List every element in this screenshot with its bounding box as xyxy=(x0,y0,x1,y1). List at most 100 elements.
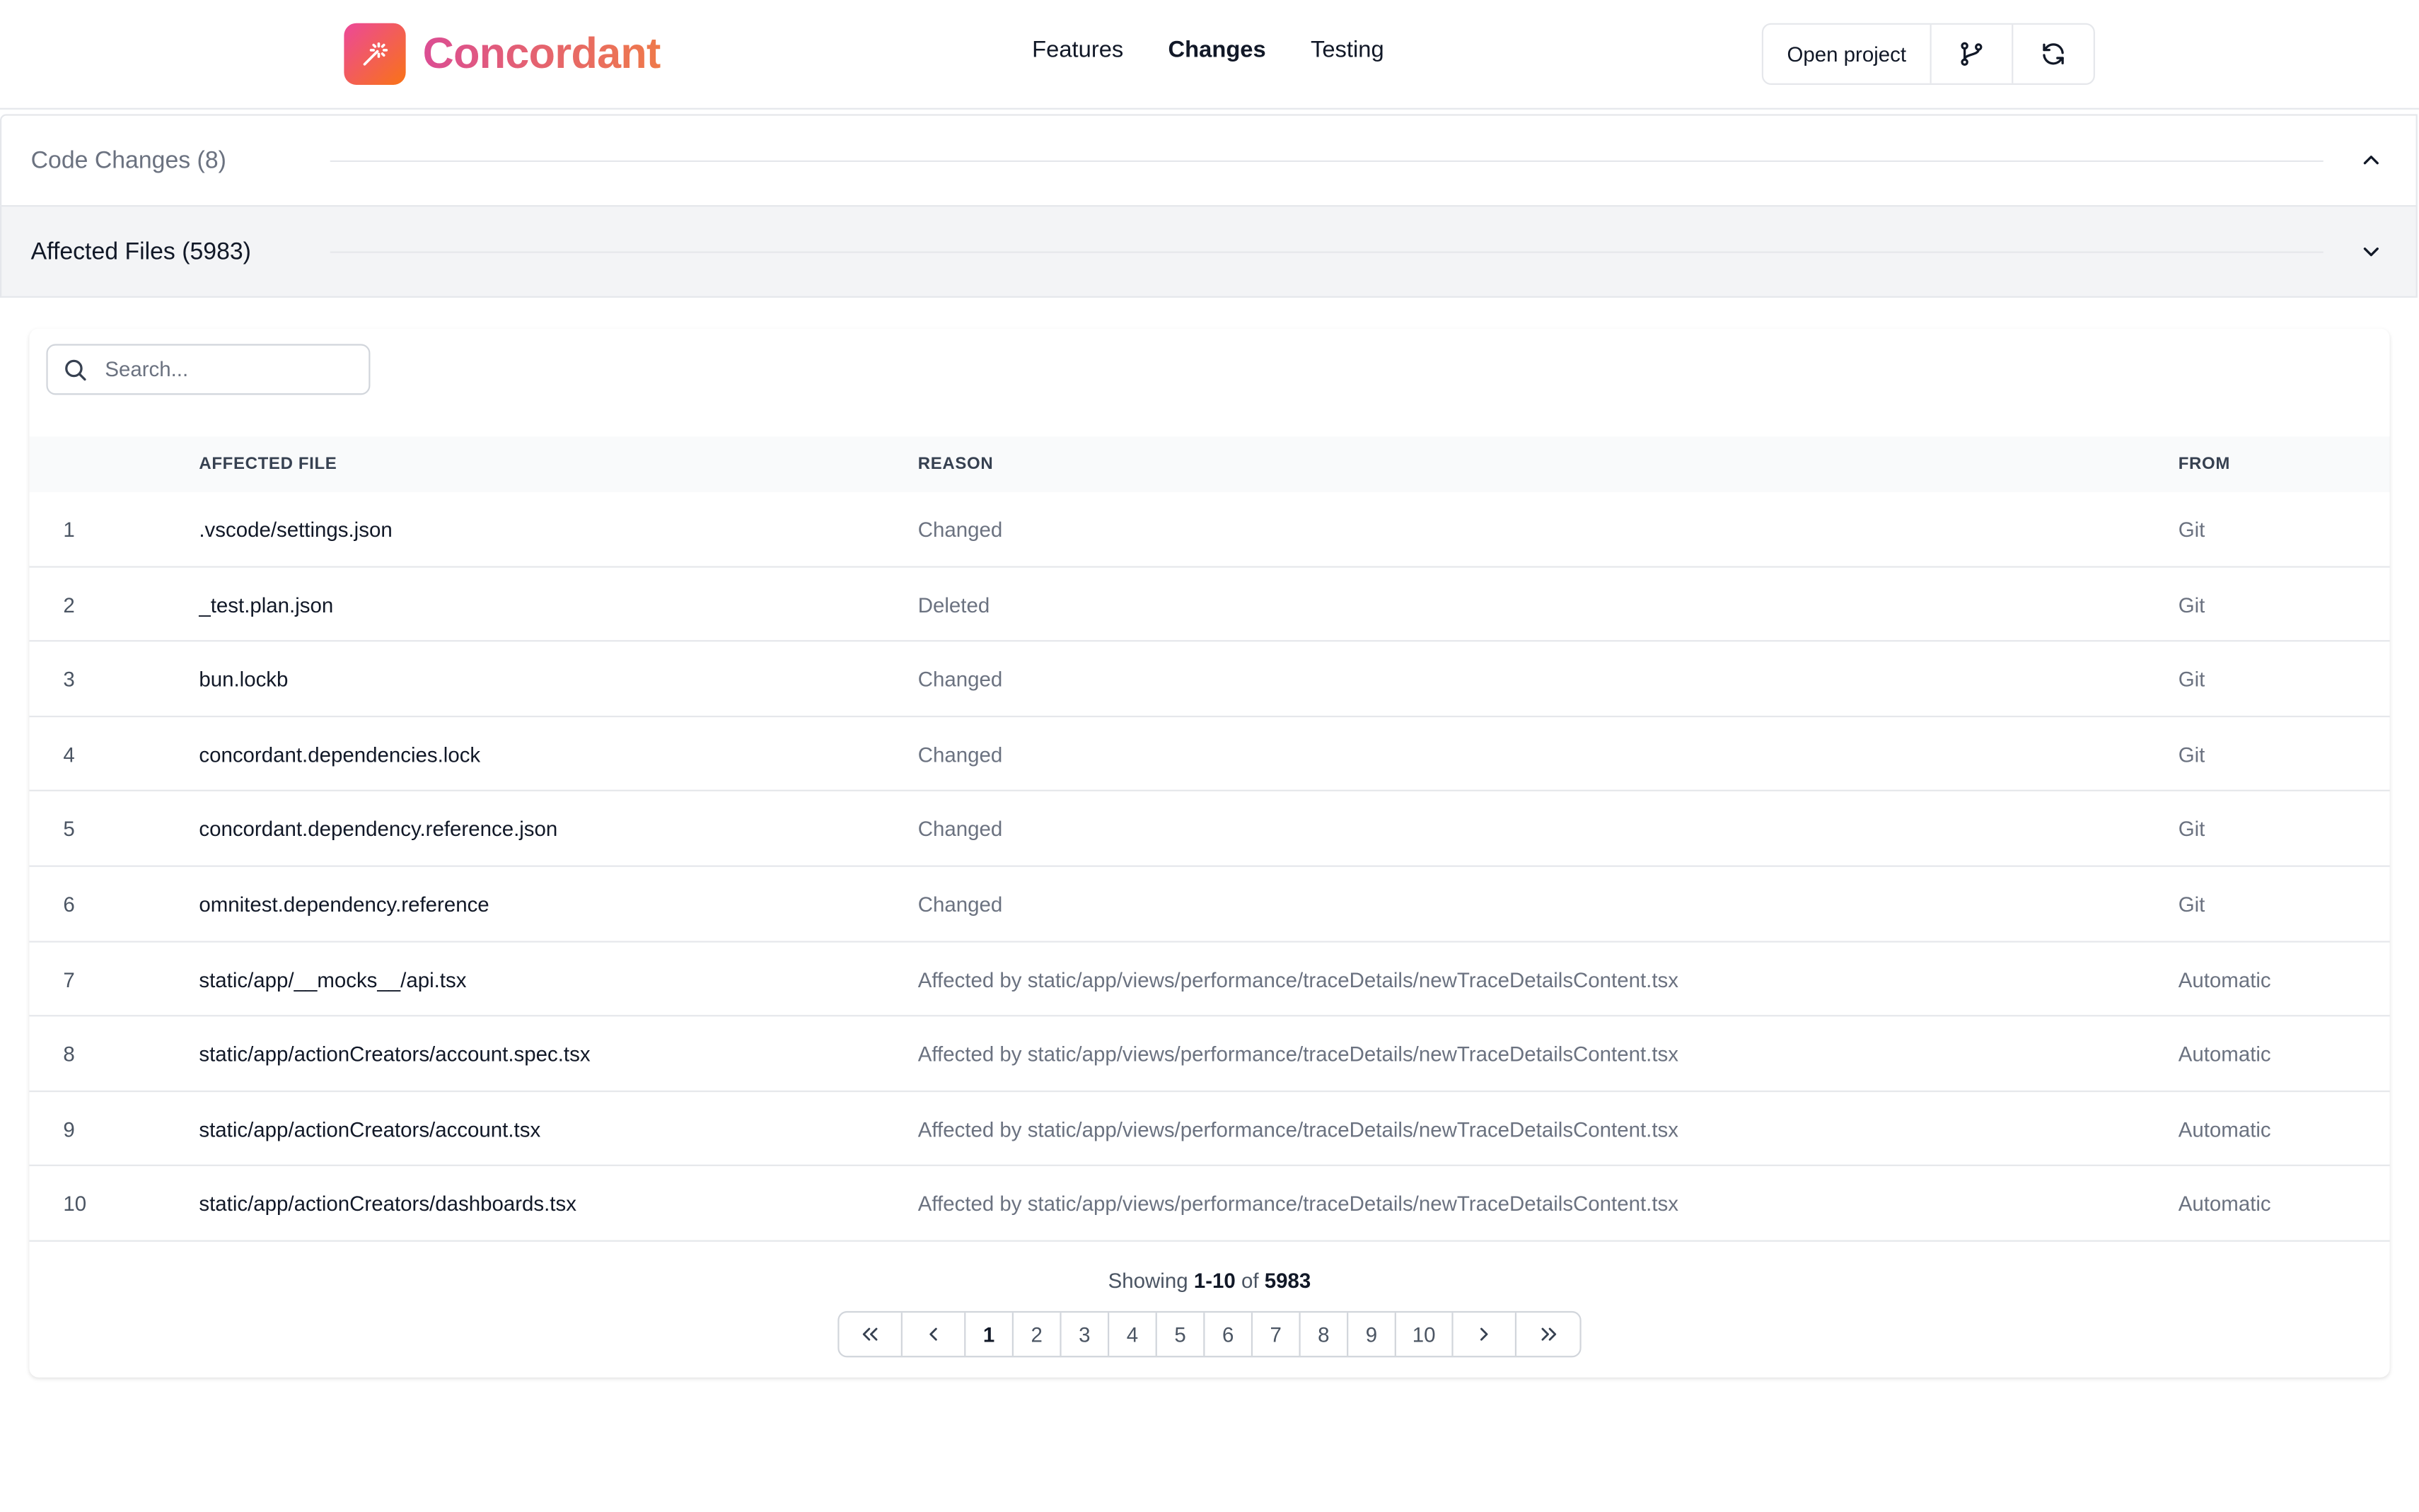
next-page-button[interactable] xyxy=(1454,1313,1517,1356)
row-index: 2 xyxy=(63,593,75,617)
page-1-button[interactable]: 1 xyxy=(965,1313,1014,1356)
row-index: 8 xyxy=(63,1042,75,1066)
brand-name: Concordant xyxy=(423,29,661,78)
top-header: Concordant Features Changes Testing Open… xyxy=(0,0,2419,110)
row-file: concordant.dependencies.lock xyxy=(199,743,481,767)
table-row[interactable]: 2 _test.plan.json Deleted Git xyxy=(29,567,2390,642)
page-2-button[interactable]: 2 xyxy=(1014,1313,1062,1356)
first-page-button[interactable] xyxy=(840,1313,903,1356)
row-from: Automatic xyxy=(2178,1192,2271,1216)
chevron-up-icon[interactable] xyxy=(2360,150,2382,172)
row-file: static/app/actionCreators/account.spec.t… xyxy=(199,1042,591,1066)
table-row[interactable]: 9 static/app/actionCreators/account.tsx … xyxy=(29,1092,2390,1167)
table-header: AFFECTED FILE REASON FROM xyxy=(29,436,2390,492)
row-index: 5 xyxy=(63,818,75,842)
row-reason: Changed xyxy=(917,518,1003,542)
showing-total: 5983 xyxy=(1264,1269,1311,1293)
row-reason: Changed xyxy=(917,892,1003,917)
row-from: Git xyxy=(2178,518,2205,542)
refresh-button[interactable] xyxy=(2013,25,2093,83)
row-from: Automatic xyxy=(2178,1042,2271,1066)
column-reason[interactable]: REASON xyxy=(918,455,994,473)
code-changes-title: Code Changes (8) xyxy=(30,148,226,175)
row-reason: Affected by static/app/views/performance… xyxy=(917,967,1679,991)
table-row[interactable]: 6 omnitest.dependency.reference Changed … xyxy=(29,867,2390,942)
pagination: 1 2 3 4 5 6 7 8 9 10 xyxy=(837,1310,1582,1358)
app-root: Concordant Features Changes Testing Open… xyxy=(0,0,2419,1512)
row-from: Git xyxy=(2178,743,2205,767)
row-index: 4 xyxy=(63,743,75,767)
chevrons-left-icon xyxy=(862,1327,878,1341)
header-actions: Open project xyxy=(1761,23,2095,85)
page-5-button[interactable]: 5 xyxy=(1157,1313,1205,1356)
showing-label: Showing xyxy=(1108,1269,1188,1293)
page-10-button[interactable]: 10 xyxy=(1396,1313,1454,1356)
row-file: concordant.dependency.reference.json xyxy=(199,818,558,842)
row-reason: Affected by static/app/views/performance… xyxy=(917,1117,1679,1141)
prev-page-button[interactable] xyxy=(903,1313,966,1356)
table-body: 1 .vscode/settings.json Changed Git 2 _t… xyxy=(29,492,2390,1242)
chevron-left-icon xyxy=(929,1327,937,1341)
row-from: Git xyxy=(2178,593,2205,617)
code-changes-section[interactable]: Code Changes (8) xyxy=(0,114,2418,207)
column-affected-file[interactable]: AFFECTED FILE xyxy=(199,455,337,473)
affected-files-card: AFFECTED FILE REASON FROM 1 .vscode/sett… xyxy=(29,328,2390,1378)
last-page-button[interactable] xyxy=(1516,1313,1579,1356)
page-8-button[interactable]: 8 xyxy=(1301,1313,1349,1356)
chevron-down-icon[interactable] xyxy=(2360,240,2382,262)
pagination-summary: Showing 1-10 of 5983 xyxy=(29,1269,2389,1293)
row-index: 6 xyxy=(63,892,75,917)
showing-of: of xyxy=(1241,1269,1259,1293)
table-row[interactable]: 10 static/app/actionCreators/dashboards.… xyxy=(29,1167,2390,1242)
showing-range: 1-10 xyxy=(1193,1269,1236,1293)
row-reason: Changed xyxy=(917,818,1003,842)
row-reason: Changed xyxy=(917,668,1003,692)
table-footer: Showing 1-10 of 5983 1 2 3 4 5 6 7 8 9 1… xyxy=(29,1248,2389,1358)
branch-button[interactable] xyxy=(1932,24,2014,83)
table-row[interactable]: 3 bun.lockb Changed Git xyxy=(29,642,2390,717)
chevron-right-icon xyxy=(1480,1327,1488,1341)
brand[interactable]: Concordant xyxy=(344,23,661,85)
row-file: bun.lockb xyxy=(199,668,289,692)
page-9-button[interactable]: 9 xyxy=(1348,1313,1396,1356)
nav-changes[interactable]: Changes xyxy=(1168,37,1266,63)
row-from: Git xyxy=(2178,818,2205,842)
main-nav: Features Changes Testing xyxy=(1032,37,1429,63)
row-reason: Deleted xyxy=(917,593,990,617)
row-from: Git xyxy=(2178,892,2205,917)
row-index: 9 xyxy=(63,1117,75,1141)
row-index: 10 xyxy=(63,1192,87,1216)
open-project-button[interactable]: Open project xyxy=(1763,24,1932,83)
page-7-button[interactable]: 7 xyxy=(1253,1313,1301,1356)
refresh-icon xyxy=(2043,43,2064,65)
page-4-button[interactable]: 4 xyxy=(1109,1313,1157,1356)
search-icon xyxy=(65,359,86,380)
row-index: 1 xyxy=(63,518,75,542)
row-from: Automatic xyxy=(2178,1117,2271,1141)
table-row[interactable]: 5 concordant.dependency.reference.json C… xyxy=(29,792,2390,867)
table-row[interactable]: 4 concordant.dependencies.lock Changed G… xyxy=(29,717,2390,792)
row-index: 7 xyxy=(63,967,75,991)
git-branch-icon xyxy=(1961,42,1983,66)
table-row[interactable]: 7 static/app/__mocks__/api.tsx Affected … xyxy=(29,942,2390,1017)
affected-files-section[interactable]: Affected Files (5983) xyxy=(0,205,2418,298)
row-index: 3 xyxy=(63,668,75,692)
page-6-button[interactable]: 6 xyxy=(1205,1313,1253,1356)
nav-features[interactable]: Features xyxy=(1032,37,1123,63)
row-from: Automatic xyxy=(2178,967,2271,991)
row-reason: Changed xyxy=(917,743,1003,767)
nav-testing[interactable]: Testing xyxy=(1311,37,1384,63)
table-row[interactable]: 1 .vscode/settings.json Changed Git xyxy=(29,492,2390,567)
row-file: static/app/actionCreators/account.tsx xyxy=(199,1117,541,1141)
row-file: static/app/__mocks__/api.tsx xyxy=(199,967,467,991)
search-input[interactable] xyxy=(101,356,355,383)
row-file: _test.plan.json xyxy=(199,593,334,617)
magic-wand-icon xyxy=(344,23,406,85)
row-file: static/app/actionCreators/dashboards.tsx xyxy=(199,1192,576,1216)
column-from[interactable]: FROM xyxy=(2179,455,2230,473)
table-row[interactable]: 8 static/app/actionCreators/account.spec… xyxy=(29,1017,2390,1092)
search-box[interactable] xyxy=(46,344,371,395)
page-3-button[interactable]: 3 xyxy=(1062,1313,1110,1356)
row-reason: Affected by static/app/views/performance… xyxy=(917,1192,1679,1216)
row-from: Git xyxy=(2178,668,2205,692)
